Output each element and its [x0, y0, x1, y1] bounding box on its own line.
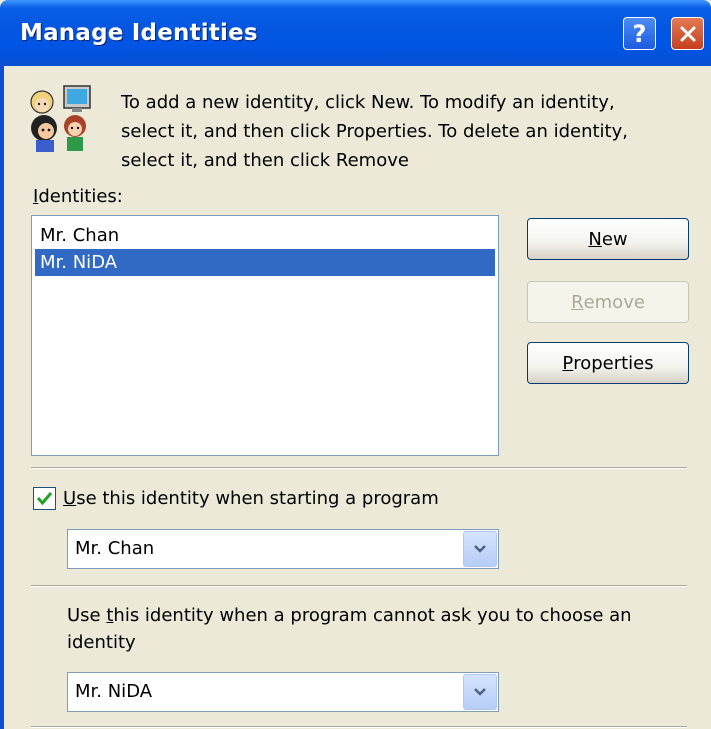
instructions-text: To add a new identity, click New. To mod… [121, 88, 691, 175]
dropdown-arrow-button[interactable] [463, 674, 497, 710]
identities-listbox[interactable]: Mr. Chan Mr. NiDA [31, 215, 499, 456]
new-button[interactable]: New [527, 218, 689, 260]
instructions-line: To add a new identity, click New. To mod… [121, 92, 615, 113]
dropdown-arrow-button[interactable] [463, 531, 497, 567]
chevron-down-icon [474, 688, 486, 696]
checkmark-icon [36, 492, 53, 506]
separator [31, 726, 687, 728]
window-frame [0, 66, 4, 729]
close-icon [680, 26, 695, 41]
window-title: Manage Identities [20, 20, 258, 46]
close-button[interactable] [671, 17, 704, 50]
instructions-line: select it, and then click Remove [121, 150, 409, 171]
default-identity-dropdown[interactable]: Mr. NiDA [67, 672, 499, 712]
instructions-line: select it, and then click Properties. To… [121, 121, 628, 142]
use-identity-on-startup-label[interactable]: Use this identity when starting a progra… [63, 488, 439, 509]
identities-people-icon [30, 85, 91, 152]
startup-identity-dropdown[interactable]: Mr. Chan [67, 529, 499, 569]
list-item-selected[interactable]: Mr. NiDA [35, 249, 495, 276]
help-button[interactable]: ? [623, 17, 656, 50]
identities-label: Identities: [33, 186, 123, 207]
list-item[interactable]: Mr. Chan [35, 222, 495, 249]
separator [31, 585, 687, 587]
default-identity-value: Mr. NiDA [75, 681, 153, 702]
title-bar[interactable]: Manage Identities ? [0, 0, 711, 66]
properties-button[interactable]: Properties [527, 342, 689, 384]
default-identity-label: Use this identity when a program cannot … [67, 605, 632, 653]
help-icon: ? [632, 19, 647, 48]
remove-button[interactable]: Remove [527, 281, 689, 323]
startup-identity-value: Mr. Chan [75, 538, 155, 559]
use-identity-on-startup-checkbox[interactable] [33, 487, 56, 510]
chevron-down-icon [474, 545, 486, 553]
separator [31, 467, 687, 469]
